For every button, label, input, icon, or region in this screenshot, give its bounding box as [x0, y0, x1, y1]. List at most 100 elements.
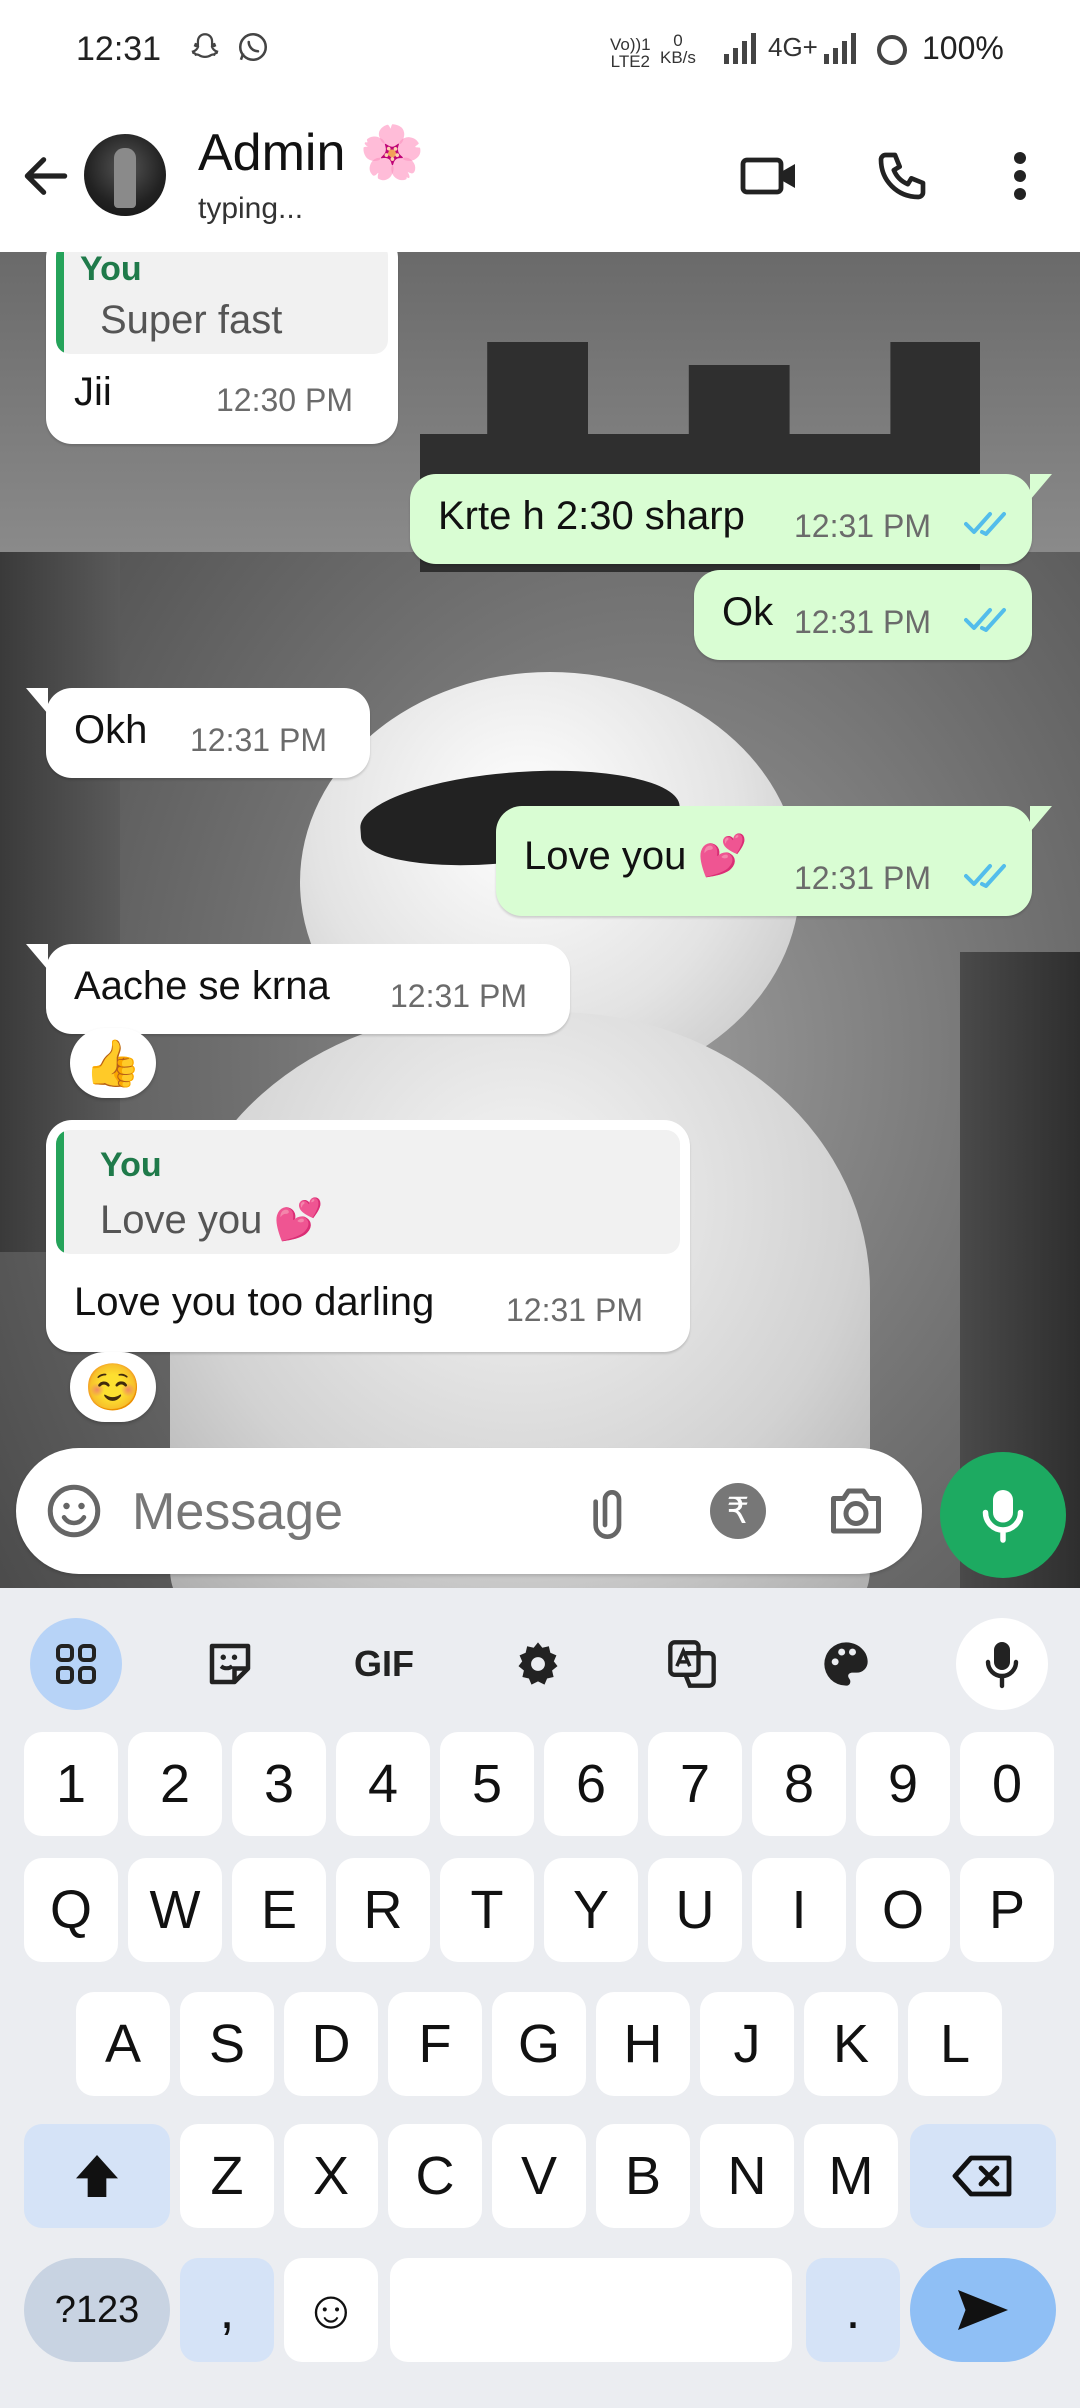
key-n[interactable]: N — [700, 2124, 794, 2228]
more-options-button[interactable] — [984, 140, 1056, 212]
key-j[interactable]: J — [700, 1992, 794, 2096]
key-m[interactable]: M — [804, 2124, 898, 2228]
key-d[interactable]: D — [284, 1992, 378, 2096]
whatsapp-icon — [236, 30, 270, 69]
message-incoming-2[interactable]: Okh 12:31 PM — [46, 688, 370, 778]
key-y[interactable]: Y — [544, 1858, 638, 1962]
contact-name[interactable]: Admin 🌸 — [198, 122, 425, 183]
quote-text: Love you 💕 — [100, 1198, 324, 1242]
key-s[interactable]: S — [180, 1992, 274, 2096]
key-h[interactable]: H — [596, 1992, 690, 2096]
camera-icon[interactable] — [824, 1479, 888, 1543]
message-text: Aache se krna — [74, 964, 330, 1008]
key-q[interactable]: Q — [24, 1858, 118, 1962]
status-bar: 12:31 Vo))1 LTE2 0 KB/s 4G+ 100% — [0, 0, 1080, 100]
message-incoming-3[interactable]: Aache se krna 12:31 PM — [46, 944, 570, 1034]
read-ticks-icon — [964, 604, 1012, 641]
key-w[interactable]: W — [128, 1858, 222, 1962]
message-time: 12:31 PM — [794, 860, 931, 896]
key-v[interactable]: V — [492, 2124, 586, 2228]
shift-key[interactable] — [24, 2124, 170, 2228]
key-k[interactable]: K — [804, 1992, 898, 2096]
key-e[interactable]: E — [232, 1858, 326, 1962]
translate-icon[interactable] — [646, 1618, 738, 1710]
message-outgoing-1[interactable]: Krte h 2:30 sharp 12:31 PM — [410, 474, 1032, 564]
sticker-icon[interactable] — [184, 1618, 276, 1710]
key-u[interactable]: U — [648, 1858, 742, 1962]
key-0[interactable]: 0 — [960, 1732, 1054, 1836]
symbols-key[interactable]: ?123 — [24, 2258, 170, 2362]
key-l[interactable]: L — [908, 1992, 1002, 2096]
message-text: Jii — [74, 370, 112, 414]
signal-icon — [722, 30, 762, 71]
message-outgoing-2[interactable]: Ok 12:31 PM — [694, 570, 1032, 660]
key-b[interactable]: B — [596, 2124, 690, 2228]
key-9[interactable]: 9 — [856, 1732, 950, 1836]
message-time: 12:31 PM — [794, 508, 931, 544]
bubble-tail — [26, 944, 48, 970]
message-outgoing-3[interactable]: Love you 💕 12:31 PM — [496, 806, 1032, 916]
message-incoming-4[interactable]: You Love you 💕 Love you too darling 12:3… — [46, 1120, 690, 1352]
key-8[interactable]: 8 — [752, 1732, 846, 1836]
key-6[interactable]: 6 — [544, 1732, 638, 1836]
status-time: 12:31 — [76, 30, 162, 68]
quoted-message[interactable]: You Love you 💕 — [56, 1130, 680, 1254]
message-time: 12:30 PM — [216, 382, 353, 418]
emoji-key[interactable]: ☺ — [284, 2258, 378, 2362]
key-o[interactable]: O — [856, 1858, 950, 1962]
key-3[interactable]: 3 — [232, 1732, 326, 1836]
message-reaction[interactable]: 👍 — [70, 1028, 156, 1098]
message-input[interactable]: Message — [132, 1482, 343, 1542]
contact-avatar[interactable] — [84, 134, 166, 216]
quoted-message[interactable]: You Super fast — [56, 252, 388, 354]
emoji-icon[interactable] — [42, 1479, 106, 1543]
volte-indicator: Vo))1 LTE2 — [610, 36, 651, 70]
voice-input-mic-icon[interactable] — [956, 1618, 1048, 1710]
backspace-key[interactable] — [910, 2124, 1056, 2228]
message-text: Love you too darling — [74, 1280, 435, 1324]
read-ticks-icon — [964, 508, 1012, 545]
comma-key[interactable]: , — [180, 2258, 274, 2362]
key-i[interactable]: I — [752, 1858, 846, 1962]
period-key[interactable]: . — [806, 2258, 900, 2362]
bubble-tail — [1030, 474, 1052, 500]
apps-grid-icon[interactable] — [30, 1618, 122, 1710]
settings-gear-icon[interactable] — [492, 1618, 584, 1710]
chat-area[interactable]: You Super fast Jii 12:30 PM Krte h 2:30 … — [0, 252, 1080, 1588]
key-g[interactable]: G — [492, 1992, 586, 2096]
send-key[interactable] — [910, 2258, 1056, 2362]
attachment-icon[interactable] — [580, 1479, 644, 1543]
key-7[interactable]: 7 — [648, 1732, 742, 1836]
payment-icon[interactable]: ₹ — [706, 1479, 770, 1543]
key-t[interactable]: T — [440, 1858, 534, 1962]
rupee-symbol: ₹ — [710, 1483, 766, 1539]
key-a[interactable]: A — [76, 1992, 170, 2096]
message-text: Krte h 2:30 sharp — [438, 494, 745, 538]
key-p[interactable]: P — [960, 1858, 1054, 1962]
message-time: 12:31 PM — [794, 604, 931, 640]
back-button[interactable] — [18, 148, 74, 204]
message-reaction[interactable]: ☺️ — [70, 1352, 156, 1422]
bubble-tail — [26, 688, 48, 714]
key-1[interactable]: 1 — [24, 1732, 118, 1836]
video-call-button[interactable] — [734, 140, 806, 212]
gif-button[interactable]: GIF — [338, 1618, 430, 1710]
quote-text: Super fast — [100, 298, 283, 342]
message-text: Ok — [722, 590, 774, 634]
key-f[interactable]: F — [388, 1992, 482, 2096]
key-c[interactable]: C — [388, 2124, 482, 2228]
theme-palette-icon[interactable] — [800, 1618, 892, 1710]
message-composer[interactable]: Message ₹ — [16, 1448, 922, 1574]
message-incoming-1[interactable]: You Super fast Jii 12:30 PM — [46, 252, 398, 444]
contact-status: typing... — [198, 192, 304, 225]
voice-record-button[interactable] — [940, 1452, 1066, 1578]
voice-call-button[interactable] — [866, 140, 938, 212]
key-x[interactable]: X — [284, 2124, 378, 2228]
key-2[interactable]: 2 — [128, 1732, 222, 1836]
key-r[interactable]: R — [336, 1858, 430, 1962]
key-5[interactable]: 5 — [440, 1732, 534, 1836]
space-bar[interactable] — [390, 2258, 792, 2362]
read-ticks-icon — [964, 860, 1012, 897]
key-4[interactable]: 4 — [336, 1732, 430, 1836]
key-z[interactable]: Z — [180, 2124, 274, 2228]
